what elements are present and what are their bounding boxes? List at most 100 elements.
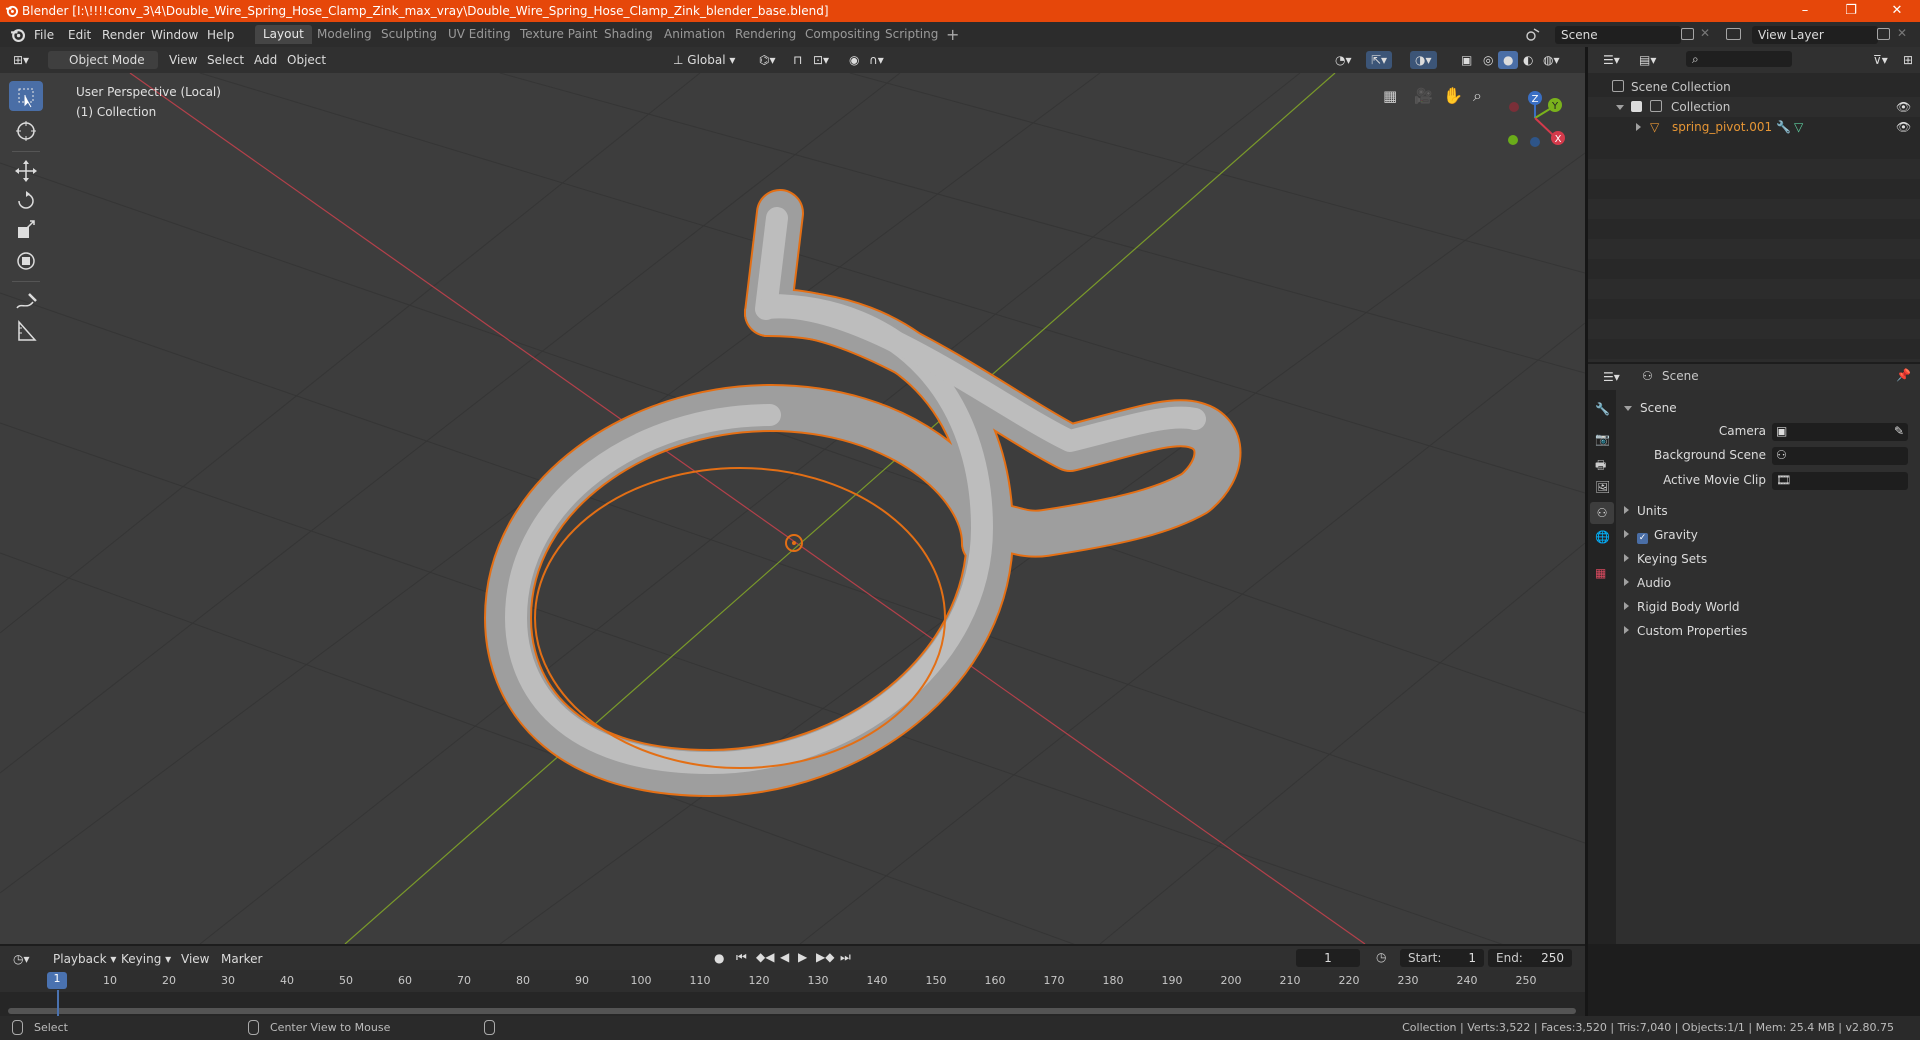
toggle-perspective-icon[interactable]: ▦: [1383, 87, 1397, 105]
tab-compositing[interactable]: Compositing: [797, 25, 888, 44]
tab-scripting[interactable]: Scripting: [877, 25, 946, 44]
pin-icon[interactable]: 📌: [1896, 368, 1911, 382]
snap-icon[interactable]: ⊓: [788, 51, 807, 69]
tool-tab-icon[interactable]: 🔧: [1595, 402, 1610, 416]
outliner-row-object[interactable]: ▽ spring_pivot.001 🔧 ▽ 👁: [1588, 117, 1920, 137]
playback-menu[interactable]: Playback ▾: [48, 950, 121, 968]
scale-tool[interactable]: [9, 216, 43, 246]
output-tab-icon[interactable]: 🖶: [1595, 456, 1606, 477]
scene-section-header[interactable]: Scene: [1624, 401, 1677, 415]
expand-collection-icon[interactable]: [1616, 105, 1624, 110]
render-tab-icon[interactable]: 📷: [1595, 432, 1610, 446]
close-window-button[interactable]: ✕: [1874, 0, 1920, 22]
timeline-marker-menu[interactable]: Marker: [216, 950, 267, 968]
play-reverse-icon[interactable]: ◀: [780, 950, 789, 964]
menu-render[interactable]: Render: [102, 28, 145, 42]
mesh-data-icon[interactable]: ▽: [1794, 117, 1803, 137]
jump-keyframe-forward-icon[interactable]: ▶◆: [816, 950, 834, 964]
menu-edit[interactable]: Edit: [68, 28, 91, 42]
viewport-select-menu[interactable]: Select: [202, 51, 249, 69]
custom-properties-section[interactable]: Custom Properties: [1624, 624, 1747, 638]
pivot-point-icon[interactable]: ⌬▾: [754, 51, 781, 69]
tab-layout[interactable]: Layout: [255, 25, 312, 44]
outliner-row-collection[interactable]: Collection 👁: [1588, 97, 1920, 117]
jump-start-icon[interactable]: ⏮: [736, 950, 747, 965]
object-mode-dropdown[interactable]: Object Mode ▾: [48, 51, 158, 85]
keying-menu[interactable]: Keying ▾: [116, 950, 176, 968]
spring-model[interactable]: [484, 189, 1242, 797]
gravity-checkbox[interactable]: ✓: [1637, 533, 1648, 544]
outliner-search-input[interactable]: ⌕: [1686, 51, 1792, 67]
timeline-body[interactable]: 1 10 20 30 40 50 60 70 80 90 100 110 120 130 140 150 160…: [0, 970, 1585, 1016]
world-tab-icon[interactable]: 🌐: [1595, 530, 1610, 544]
view-layer-icon[interactable]: [1726, 28, 1741, 40]
proportional-falloff-icon[interactable]: ∩▾: [864, 51, 889, 69]
menu-help[interactable]: Help: [207, 28, 234, 42]
preview-range-icon[interactable]: ◷: [1376, 950, 1386, 964]
rotate-tool[interactable]: [9, 186, 43, 216]
outliner-row-scene-collection[interactable]: Scene Collection: [1588, 77, 1920, 97]
modifier-icon[interactable]: 🔧: [1776, 117, 1791, 137]
outliner-editor-type-icon[interactable]: ☰▾: [1598, 51, 1625, 69]
gizmo-toggle-icon[interactable]: ⇱▾: [1366, 51, 1393, 69]
units-section[interactable]: Units: [1624, 504, 1668, 518]
keying-sets-section[interactable]: Keying Sets: [1624, 552, 1707, 566]
new-scene-icon[interactable]: [1681, 28, 1694, 40]
start-frame-field[interactable]: Start: 1: [1400, 949, 1484, 967]
zoom-view-icon[interactable]: ⌕: [1473, 86, 1482, 106]
viewport-object-menu[interactable]: Object: [282, 51, 331, 69]
overlays-toggle-icon[interactable]: ◑▾: [1410, 51, 1437, 69]
transform-tool[interactable]: [9, 246, 43, 276]
solid-shading-icon[interactable]: ●: [1498, 51, 1519, 69]
wireframe-shading-icon[interactable]: ◎: [1478, 51, 1498, 69]
current-frame-marker[interactable]: 1: [47, 972, 67, 989]
select-box-tool[interactable]: [9, 81, 43, 111]
editor-type-icon[interactable]: ⊞▾: [8, 51, 44, 69]
gizmo-neg-z-icon[interactable]: [1530, 137, 1540, 147]
tab-texture-paint[interactable]: Texture Paint: [512, 25, 605, 44]
view-layer-field[interactable]: View Layer: [1752, 26, 1878, 44]
viewport-view-menu[interactable]: View: [164, 51, 202, 69]
scene-selector-icon[interactable]: [1525, 27, 1541, 42]
pan-view-icon[interactable]: ✋: [1443, 86, 1463, 105]
active-movie-clip-field[interactable]: 🎞: [1772, 472, 1908, 490]
snap-target-icon[interactable]: ⊡▾: [808, 51, 834, 69]
measure-tool[interactable]: [9, 316, 43, 346]
tab-sculpting[interactable]: Sculpting: [373, 25, 445, 44]
frame-ruler[interactable]: 1 10 20 30 40 50 60 70 80 90 100 110 120 130 140 150 160…: [0, 970, 1585, 992]
blender-menu-icon[interactable]: [10, 27, 25, 42]
move-tool[interactable]: [9, 156, 43, 186]
tab-animation[interactable]: Animation: [656, 25, 733, 44]
new-collection-icon[interactable]: ⊞: [1898, 51, 1918, 69]
delete-view-layer-icon[interactable]: ✕: [1897, 26, 1907, 40]
texture-tab-icon[interactable]: ▦: [1595, 566, 1606, 580]
collection-visibility-icon[interactable]: 👁: [1896, 97, 1911, 117]
jump-keyframe-back-icon[interactable]: ◆◀: [756, 950, 774, 964]
scene-name-field[interactable]: Scene: [1555, 26, 1681, 44]
properties-editor-type-icon[interactable]: ☰▾: [1598, 368, 1625, 386]
timeline-view-menu[interactable]: View: [176, 950, 214, 968]
gizmo-neg-x-icon[interactable]: [1509, 102, 1519, 112]
visibility-icon[interactable]: ◔▾: [1330, 51, 1357, 69]
gizmo-neg-y-icon[interactable]: [1508, 135, 1518, 145]
collection-checkbox[interactable]: [1631, 101, 1642, 112]
3d-viewport[interactable]: User Perspective (Local) (1) Collection …: [0, 73, 1585, 944]
add-workspace-button[interactable]: +: [946, 25, 959, 44]
view-layer-tab-icon[interactable]: 🖼: [1595, 480, 1610, 494]
xray-toggle-icon[interactable]: ▣: [1456, 51, 1477, 69]
display-mode-icon[interactable]: ▤▾: [1634, 51, 1661, 69]
viewport-add-menu[interactable]: Add: [249, 51, 282, 69]
play-icon[interactable]: ▶: [798, 950, 807, 964]
object-visibility-icon[interactable]: 👁: [1896, 117, 1911, 137]
end-frame-field[interactable]: End: 250: [1488, 949, 1572, 967]
tab-modeling[interactable]: Modeling: [309, 25, 380, 44]
scene-tab-icon[interactable]: ⚇: [1590, 502, 1614, 524]
current-frame-field[interactable]: 1: [1296, 949, 1360, 967]
camera-view-icon[interactable]: 🎥: [1414, 87, 1433, 105]
timeline-editor-type-icon[interactable]: ◷▾: [8, 950, 35, 968]
camera-field[interactable]: ▣ ✎: [1772, 423, 1908, 441]
tab-uv-editing[interactable]: UV Editing: [440, 25, 519, 44]
navigation-gizmo[interactable]: Z Y X: [1495, 83, 1575, 163]
material-shading-icon[interactable]: ◐: [1518, 51, 1538, 69]
tab-rendering[interactable]: Rendering: [727, 25, 804, 44]
